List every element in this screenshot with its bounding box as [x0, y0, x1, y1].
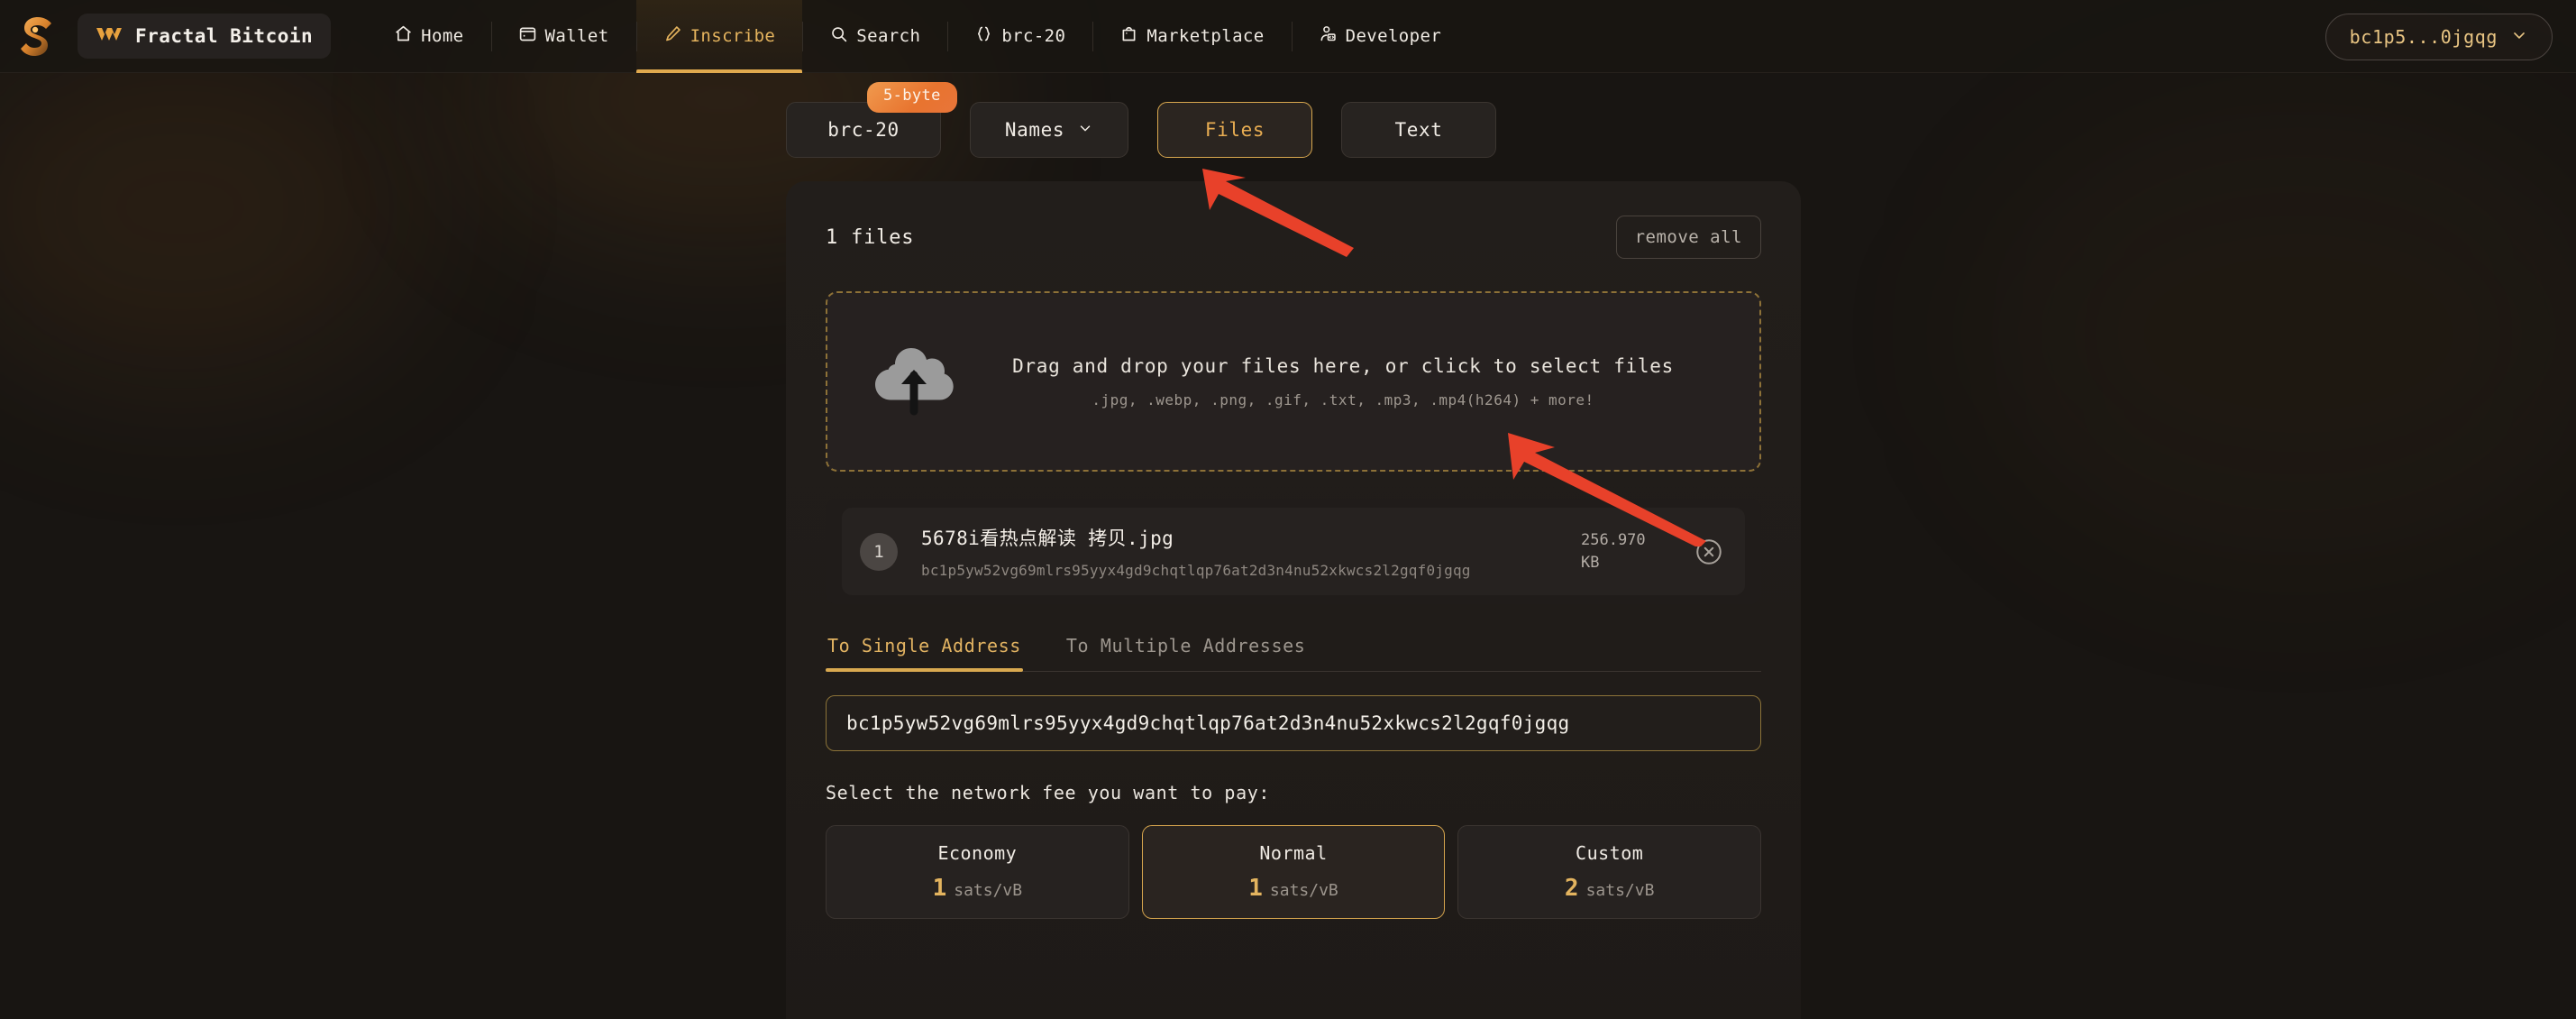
marketplace-icon [1119, 24, 1138, 48]
tab-multiple-addresses[interactable]: To Multiple Addresses [1064, 629, 1307, 671]
fee-option-normal-rate: 1 sats/vB [1248, 875, 1338, 902]
fee-option-custom-unit: sats/vB [1585, 881, 1655, 900]
fee-option-custom-rate: 2 sats/vB [1565, 875, 1655, 902]
dropzone-main-text: Drag and drop your files here, or click … [1012, 354, 1674, 377]
nav-item-wallet[interactable]: Wallet [490, 0, 636, 73]
file-size: 256.970 KB [1581, 529, 1667, 574]
nav-item-developer-label: Developer [1345, 26, 1442, 46]
file-index-badge: 1 [860, 532, 898, 571]
fee-option-custom[interactable]: Custom 2 sats/vB [1457, 825, 1762, 919]
byte-size-tooltip: 5-byte [867, 82, 957, 113]
address-mode-tabs: To Single Address To Multiple Addresses [826, 629, 1761, 672]
fee-option-economy-rate: 1 sats/vB [933, 875, 1023, 902]
file-dropzone[interactable]: Drag and drop your files here, or click … [826, 291, 1761, 472]
nav-item-search[interactable]: Search [802, 0, 947, 73]
fee-option-normal-name: Normal [1259, 842, 1328, 864]
remove-all-button[interactable]: remove all [1615, 216, 1761, 259]
fee-option-economy[interactable]: Economy 1 sats/vB [826, 825, 1129, 919]
braces-icon [974, 24, 993, 48]
nav-item-search-label: Search [856, 26, 921, 46]
fee-option-normal[interactable]: Normal 1 sats/vB [1141, 825, 1446, 919]
cloud-upload-icon [865, 337, 963, 426]
wallet-icon [518, 24, 537, 48]
dropzone-text: Drag and drop your files here, or click … [963, 355, 1759, 409]
card-header: 1 files remove all [786, 181, 1801, 259]
nav-item-home-label: Home [421, 26, 464, 46]
file-destination-address: bc1p5yw52vg69mlrs95yyx4gd9chqtlqp76at2d3… [921, 562, 1471, 579]
tab-text[interactable]: Text [1341, 102, 1496, 158]
fractal-mark-icon [96, 24, 123, 48]
files-count-label: 1 files [826, 225, 915, 249]
nav-item-brc20-label: brc-20 [1001, 26, 1066, 46]
nav-item-brc20[interactable]: brc-20 [947, 0, 1092, 73]
search-icon [829, 24, 848, 48]
nav-item-inscribe-label: Inscribe [690, 26, 776, 46]
fee-option-normal-value: 1 [1248, 875, 1263, 902]
tab-brc20-label: brc-20 [827, 119, 900, 141]
fractal-logo-icon[interactable] [7, 8, 63, 64]
fee-option-custom-name: Custom [1576, 842, 1644, 864]
file-size-unit: KB [1581, 553, 1600, 572]
dropzone-sub-text: .jpg, .webp, .png, .gif, .txt, .mp3, .mp… [1092, 390, 1594, 409]
pencil-icon [663, 24, 682, 48]
fee-option-economy-name: Economy [937, 842, 1018, 864]
network-fee-label: Select the network fee you want to pay: [826, 782, 1270, 803]
file-size-value: 256.970 [1581, 530, 1646, 549]
background-glow-left [0, 36, 415, 379]
background-glow-right [1983, 108, 2576, 559]
file-meta: 5678i看热点解读 拷贝.jpg bc1p5yw52vg69mlrs95yyx… [921, 524, 1581, 579]
uploaded-file-list: 1 5678i看热点解读 拷贝.jpg bc1p5yw52vg69mlrs95y… [826, 499, 1761, 604]
home-icon [394, 24, 413, 48]
tab-single-address[interactable]: To Single Address [826, 629, 1023, 672]
nav-item-home[interactable]: Home [367, 0, 490, 73]
brand-button[interactable]: Fractal Bitcoin [78, 14, 332, 59]
network-fee-options: Economy 1 sats/vB Normal 1 sats/vB Custo… [826, 825, 1762, 919]
wallet-address-button[interactable]: bc1p5...0jgqg [2325, 14, 2553, 60]
tab-files[interactable]: Files [1157, 102, 1312, 158]
nav-item-inscribe[interactable]: Inscribe [635, 0, 803, 73]
tab-names[interactable]: Names [970, 102, 1128, 158]
destination-address-input[interactable] [826, 695, 1761, 751]
inscribe-files-card: 1 files remove all Drag and drop your fi… [786, 181, 1801, 1019]
fee-option-economy-unit: sats/vB [954, 881, 1023, 900]
chevron-down-icon [1077, 119, 1093, 141]
nav-item-marketplace-label: Marketplace [1146, 26, 1265, 46]
top-navigation-bar: Fractal Bitcoin Home Wallet Inscribe Sea… [0, 0, 2576, 73]
chevron-down-icon [2510, 26, 2528, 49]
fee-option-economy-value: 1 [932, 875, 947, 902]
file-list-item[interactable]: 1 5678i看热点解读 拷贝.jpg bc1p5yw52vg69mlrs95y… [842, 508, 1745, 595]
tab-files-label: Files [1204, 119, 1265, 141]
developer-icon [1319, 24, 1338, 48]
fee-option-normal-unit: sats/vB [1269, 881, 1338, 900]
nav-item-marketplace[interactable]: Marketplace [1092, 0, 1291, 73]
fee-option-custom-value: 2 [1564, 875, 1579, 902]
file-name: 5678i看热点解读 拷贝.jpg [921, 528, 1174, 549]
nav-links: Home Wallet Inscribe Search brc-20 Marke… [367, 0, 1468, 73]
nav-item-wallet-label: Wallet [544, 26, 609, 46]
tab-names-label: Names [1004, 119, 1065, 141]
wallet-address-label: bc1p5...0jgqg [2349, 26, 2498, 48]
brand-label: Fractal Bitcoin [135, 25, 314, 47]
close-circle-icon[interactable] [1691, 534, 1727, 570]
tab-text-label: Text [1394, 119, 1443, 141]
nav-item-developer[interactable]: Developer [1291, 0, 1469, 73]
